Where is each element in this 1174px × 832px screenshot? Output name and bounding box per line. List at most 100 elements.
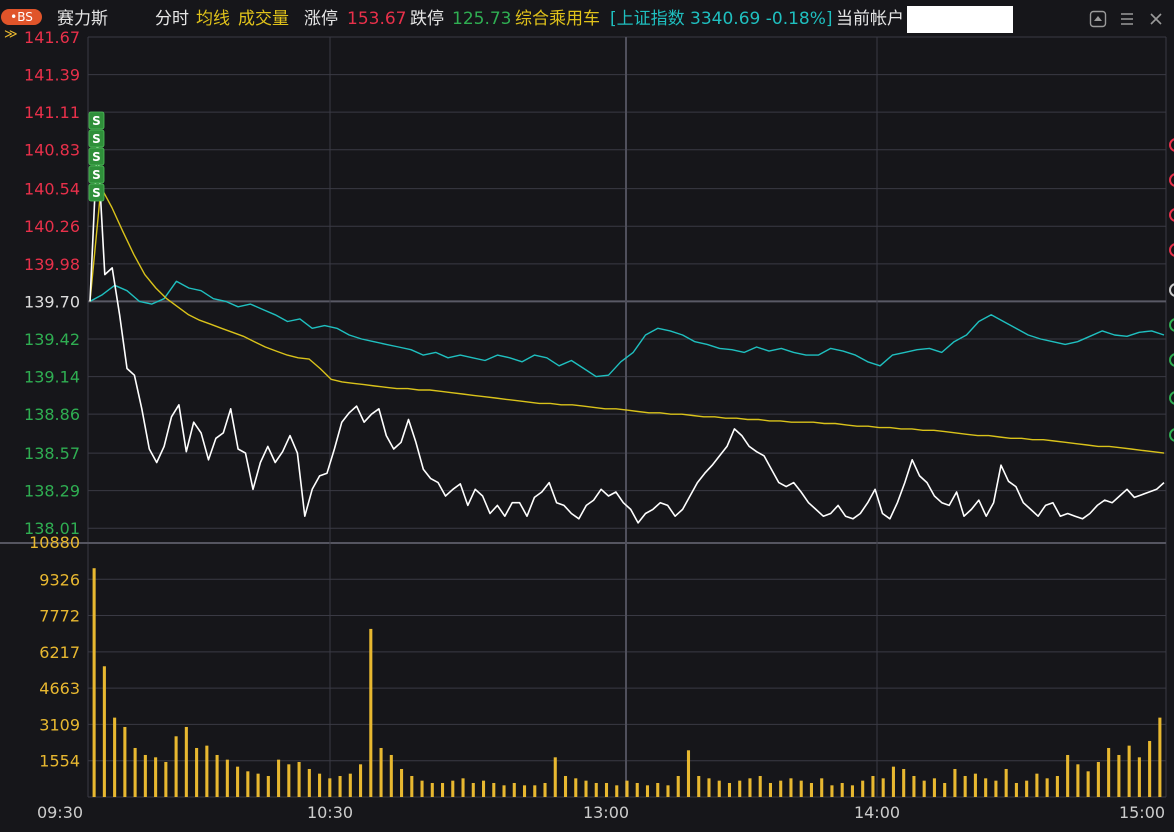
volume-bar <box>1127 745 1131 797</box>
svg-text:S: S <box>92 114 101 128</box>
volume-bar <box>615 785 619 797</box>
right-axis-edge-marker <box>1169 318 1174 332</box>
price-tick-label: 139.98 <box>24 255 80 274</box>
volume-bar <box>861 780 865 797</box>
volume-bar <box>563 775 568 797</box>
price-tick-label: 138.86 <box>24 405 80 424</box>
volume-bar <box>922 780 926 797</box>
sell-marker[interactable]: S <box>88 111 105 130</box>
volume-bar <box>92 568 96 797</box>
volume-bar <box>932 778 936 797</box>
volume-bar <box>850 785 854 797</box>
volume-bar <box>984 778 988 797</box>
price-tick-label: 141.11 <box>24 103 80 122</box>
volume-bar <box>1055 775 1059 797</box>
volume-tick-label: 1554 <box>39 752 80 771</box>
price-tick-label: 138.57 <box>24 444 80 463</box>
right-axis-edge-marker <box>1169 208 1174 222</box>
time-tick-label: 15:00 <box>1119 803 1165 822</box>
volume-bar <box>717 780 721 797</box>
volume-bar <box>943 782 947 797</box>
volume-bar <box>768 782 773 797</box>
volume-tick-label: 7772 <box>39 607 80 626</box>
volume-bar <box>318 773 322 797</box>
volume-bar <box>727 782 732 797</box>
volume-bar <box>215 754 219 797</box>
volume-tick-label: 4663 <box>39 679 80 698</box>
volume-bar <box>410 775 414 797</box>
volume-bar <box>1117 754 1121 797</box>
right-axis-edge-marker <box>1169 173 1174 187</box>
volume-bar <box>1035 773 1039 797</box>
volume-bar <box>830 785 834 797</box>
volume-bar <box>953 768 957 797</box>
volume-bar <box>420 780 424 797</box>
volume-bar <box>584 780 588 797</box>
volume-bar <box>676 775 680 797</box>
volume-bar <box>1096 761 1100 797</box>
volume-bar <box>102 666 106 797</box>
volume-bar <box>604 782 609 797</box>
volume-bar <box>328 778 332 797</box>
price-tick-label: 140.83 <box>24 141 80 160</box>
volume-bar <box>1004 768 1008 797</box>
price-tick-label: 139.42 <box>24 330 80 349</box>
volume-bar <box>656 782 660 797</box>
volume-bar <box>184 726 188 797</box>
volume-bar <box>820 778 824 797</box>
volume-bar <box>697 775 701 797</box>
right-axis-edge-marker <box>1169 391 1174 405</box>
volume-bar <box>154 757 158 797</box>
price-axis: 141.67 141.39 141.11 140.83 140.54 140.26 139.… <box>24 28 80 538</box>
volume-bar <box>553 757 557 797</box>
volume-bar <box>1148 740 1152 797</box>
volume-bar <box>1066 754 1070 797</box>
volume-bar <box>481 780 486 797</box>
volume-bar <box>1158 717 1162 797</box>
volume-bar <box>164 761 168 797</box>
volume-bar <box>225 759 229 797</box>
volume-bar <box>758 775 762 797</box>
volume-bar <box>1045 778 1049 797</box>
volume-bar <box>809 782 813 797</box>
volume-bar <box>379 747 383 797</box>
svg-text:S: S <box>92 150 101 164</box>
volume-bar <box>799 780 803 797</box>
time-tick-label: 13:00 <box>583 803 629 822</box>
sell-marker[interactable]: S <box>88 165 105 184</box>
volume-bar <box>1025 780 1029 797</box>
volume-bar <box>307 768 311 797</box>
volume-bar <box>174 736 178 797</box>
volume-bar <box>502 785 506 797</box>
volume-axis: 10880 9326 7772 6217 4663 3109 1554 <box>29 533 80 771</box>
volume-bar <box>113 717 117 797</box>
price-tick-label: 138.29 <box>24 482 80 501</box>
volume-bar <box>789 778 793 797</box>
volume-bar <box>123 726 127 797</box>
volume-bar <box>645 785 650 797</box>
svg-text:S: S <box>92 186 101 200</box>
volume-bar <box>963 775 967 797</box>
right-axis-edge-marker <box>1169 428 1174 442</box>
sell-marker[interactable]: S <box>88 129 105 148</box>
volume-bar <box>574 778 578 797</box>
intraday-chart[interactable]: 141.67 141.39 141.11 140.83 140.54 140.26 139.… <box>0 0 1174 832</box>
volume-bar <box>522 785 527 797</box>
volume-bar <box>492 782 496 797</box>
volume-bar <box>451 780 455 797</box>
volume-bar <box>430 782 434 797</box>
time-tick-label: 10:30 <box>307 803 353 822</box>
volume-bar <box>881 778 885 797</box>
price-tick-label: 141.39 <box>24 66 80 85</box>
sell-marker[interactable]: S <box>88 147 105 166</box>
svg-text:S: S <box>92 132 101 146</box>
volume-bar <box>1014 782 1018 797</box>
volume-bar <box>543 782 547 797</box>
volume-bar <box>533 785 537 797</box>
volume-bar <box>143 754 147 797</box>
right-axis-edge-marker <box>1169 283 1174 297</box>
svg-text:S: S <box>92 168 101 182</box>
volume-tick-label: 10880 <box>29 533 80 552</box>
volume-bar <box>277 759 281 797</box>
sell-marker[interactable]: S <box>88 183 105 202</box>
